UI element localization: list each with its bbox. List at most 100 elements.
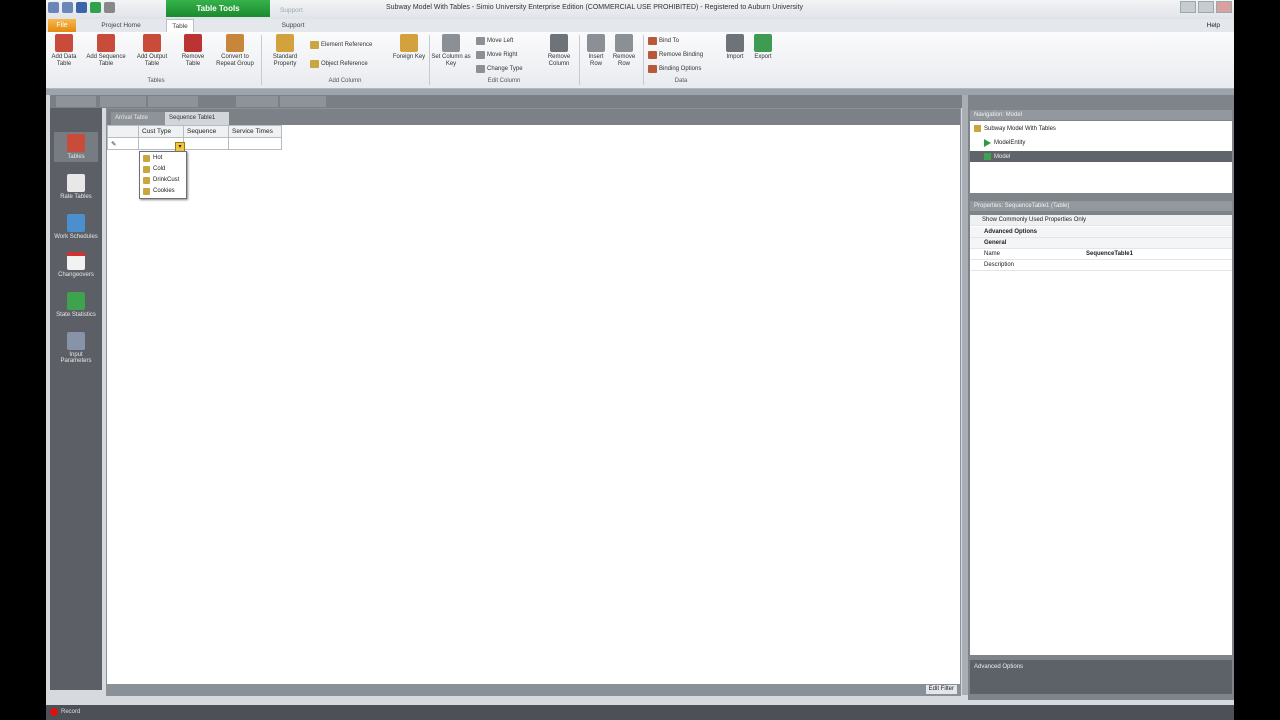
bind-to-button[interactable]: Bind To xyxy=(648,37,679,45)
redo-icon[interactable] xyxy=(62,2,73,13)
dropdown-option[interactable]: Hot xyxy=(140,153,186,164)
dropdown-option[interactable]: DrinkCust xyxy=(140,175,186,186)
column-header-sequence[interactable]: Sequence xyxy=(183,125,229,138)
import-button[interactable]: Import xyxy=(722,34,748,61)
option-icon xyxy=(143,188,150,195)
save-icon[interactable] xyxy=(76,2,87,13)
category-general[interactable]: General xyxy=(970,238,1232,249)
show-common-label: Show Commonly Used Properties Only xyxy=(982,217,1087,223)
convert-to-repeat-group-button[interactable]: Convert to Repeat Group xyxy=(212,34,258,68)
remove-column-button[interactable]: Remove Column xyxy=(542,34,576,68)
view-tab[interactable] xyxy=(280,96,326,107)
export-icon xyxy=(754,34,772,52)
nav-item-label: Model xyxy=(994,153,1011,160)
view-tab[interactable] xyxy=(236,96,278,107)
play-icon xyxy=(984,139,991,147)
tab-table[interactable]: Table xyxy=(166,19,194,33)
category-advanced-options[interactable]: Advanced Options xyxy=(970,227,1232,238)
add-column-group-label: Add Column xyxy=(328,78,362,84)
edit-filter-button[interactable]: Edit Filter xyxy=(925,685,957,694)
rate-tables-icon xyxy=(67,174,85,192)
maximize-button[interactable] xyxy=(1198,1,1214,13)
export-button[interactable]: Export xyxy=(750,34,776,61)
window-title: Subway Model With Tables - Simio Univers… xyxy=(386,4,804,11)
object-reference-label: Object Reference xyxy=(321,61,368,67)
left-nav-rate-tables[interactable]: Rate Tables xyxy=(54,174,98,200)
left-nav-panel: Tables Rate Tables Work Schedules Change… xyxy=(50,108,102,690)
undo-icon[interactable] xyxy=(48,2,59,13)
nav-item-project[interactable]: Subway Model With Tables xyxy=(974,125,1056,132)
view-tab[interactable] xyxy=(56,96,96,107)
support-tab-top[interactable]: Support xyxy=(280,4,303,17)
option-label: Cold xyxy=(153,166,166,172)
nav-item-model[interactable]: Model xyxy=(970,151,1232,162)
repeat-group-icon xyxy=(226,34,244,52)
option-label: Cookies xyxy=(153,188,175,194)
tab-arrival-table[interactable]: Arrival Table xyxy=(111,112,165,125)
ribbon-separator xyxy=(261,35,262,85)
model-icon xyxy=(984,153,991,160)
simio-window: Table Tools Support Subway Model With Ta… xyxy=(46,0,1234,720)
property-row-description[interactable]: Description xyxy=(970,260,1232,271)
left-nav-label: Changeovers xyxy=(58,272,94,278)
move-right-button[interactable]: Move Right xyxy=(476,51,517,59)
nav-item-modelentity[interactable]: ModelEntity xyxy=(984,139,1025,147)
set-column-as-key-button[interactable]: Set Column as Key xyxy=(431,34,471,68)
view-tabs xyxy=(50,95,966,108)
left-nav-tables[interactable]: Tables xyxy=(54,132,98,162)
close-button[interactable] xyxy=(1216,1,1232,13)
property-row-name[interactable]: Name SequenceTable1 xyxy=(970,249,1232,260)
description-title: Advanced Options xyxy=(974,664,1024,670)
import-label: Import xyxy=(726,54,744,60)
help-button[interactable]: Help xyxy=(1207,19,1220,32)
add-output-table-button[interactable]: Add Output Table xyxy=(132,34,172,68)
record-button[interactable]: Record xyxy=(50,708,80,716)
run-icon[interactable] xyxy=(90,2,101,13)
stop-icon[interactable] xyxy=(104,2,115,13)
property-value[interactable]: SequenceTable1 xyxy=(1086,249,1133,259)
file-tab[interactable]: File xyxy=(48,19,76,32)
column-header-service-times[interactable]: Service Times xyxy=(228,125,282,138)
binding-options-icon xyxy=(648,65,657,73)
foreign-key-button[interactable]: Foreign Key xyxy=(392,34,426,61)
view-tab[interactable] xyxy=(100,96,146,107)
arrow-left-icon xyxy=(476,37,485,45)
object-reference-button[interactable]: Object Reference xyxy=(310,60,368,68)
view-tab[interactable] xyxy=(148,96,198,107)
category-label: Advanced Options xyxy=(984,229,1038,235)
remove-binding-button[interactable]: Remove Binding xyxy=(648,51,703,59)
binding-options-label: Binding Options xyxy=(659,66,702,72)
element-reference-button[interactable]: Element Reference xyxy=(310,41,372,49)
standard-property-button[interactable]: Standard Property xyxy=(264,34,306,68)
add-sequence-table-button[interactable]: Add Sequence Table xyxy=(84,34,128,68)
tab-support[interactable]: Support xyxy=(278,19,308,32)
tab-project-home[interactable]: Project Home xyxy=(98,19,144,32)
service-times-cell[interactable] xyxy=(228,137,282,150)
left-nav-changeovers[interactable]: Changeovers xyxy=(54,252,98,278)
add-sequence-table-label: Add Sequence Table xyxy=(86,54,126,67)
show-common-toggle[interactable]: Show Commonly Used Properties Only xyxy=(970,215,1232,226)
row-header-cell xyxy=(107,125,139,138)
column-header-cust-type[interactable]: Cust Type xyxy=(138,125,184,138)
sequence-table-icon xyxy=(97,34,115,52)
dropdown-option[interactable]: Cookies xyxy=(140,186,186,197)
object-reference-icon xyxy=(310,60,319,68)
remove-row-button[interactable]: Remove Row xyxy=(610,34,638,68)
change-type-button[interactable]: Change Type xyxy=(476,65,523,73)
sequence-cell[interactable] xyxy=(183,137,229,150)
edit-column-group-label: Edit Column xyxy=(487,78,521,84)
nav-item-label: ModelEntity xyxy=(994,140,1026,146)
tab-sequence-table1[interactable]: Sequence Table1 xyxy=(165,112,229,125)
add-data-table-button[interactable]: Add Data Table xyxy=(48,34,80,68)
dropdown-option[interactable]: Cold xyxy=(140,164,186,175)
minimize-button[interactable] xyxy=(1180,1,1196,13)
left-nav-input-parameters[interactable]: Input Parameters xyxy=(54,332,98,364)
remove-table-button[interactable]: Remove Table xyxy=(176,34,210,68)
insert-row-button[interactable]: Insert Row xyxy=(582,34,610,68)
left-nav-work-schedules[interactable]: Work Schedules xyxy=(54,214,98,240)
table-header-row: Cust Type Sequence Service Times xyxy=(107,125,282,138)
left-nav-state-statistics[interactable]: State Statistics xyxy=(54,292,98,318)
option-icon xyxy=(143,177,150,184)
move-left-button[interactable]: Move Left xyxy=(476,37,513,45)
binding-options-button[interactable]: Binding Options xyxy=(648,65,701,73)
